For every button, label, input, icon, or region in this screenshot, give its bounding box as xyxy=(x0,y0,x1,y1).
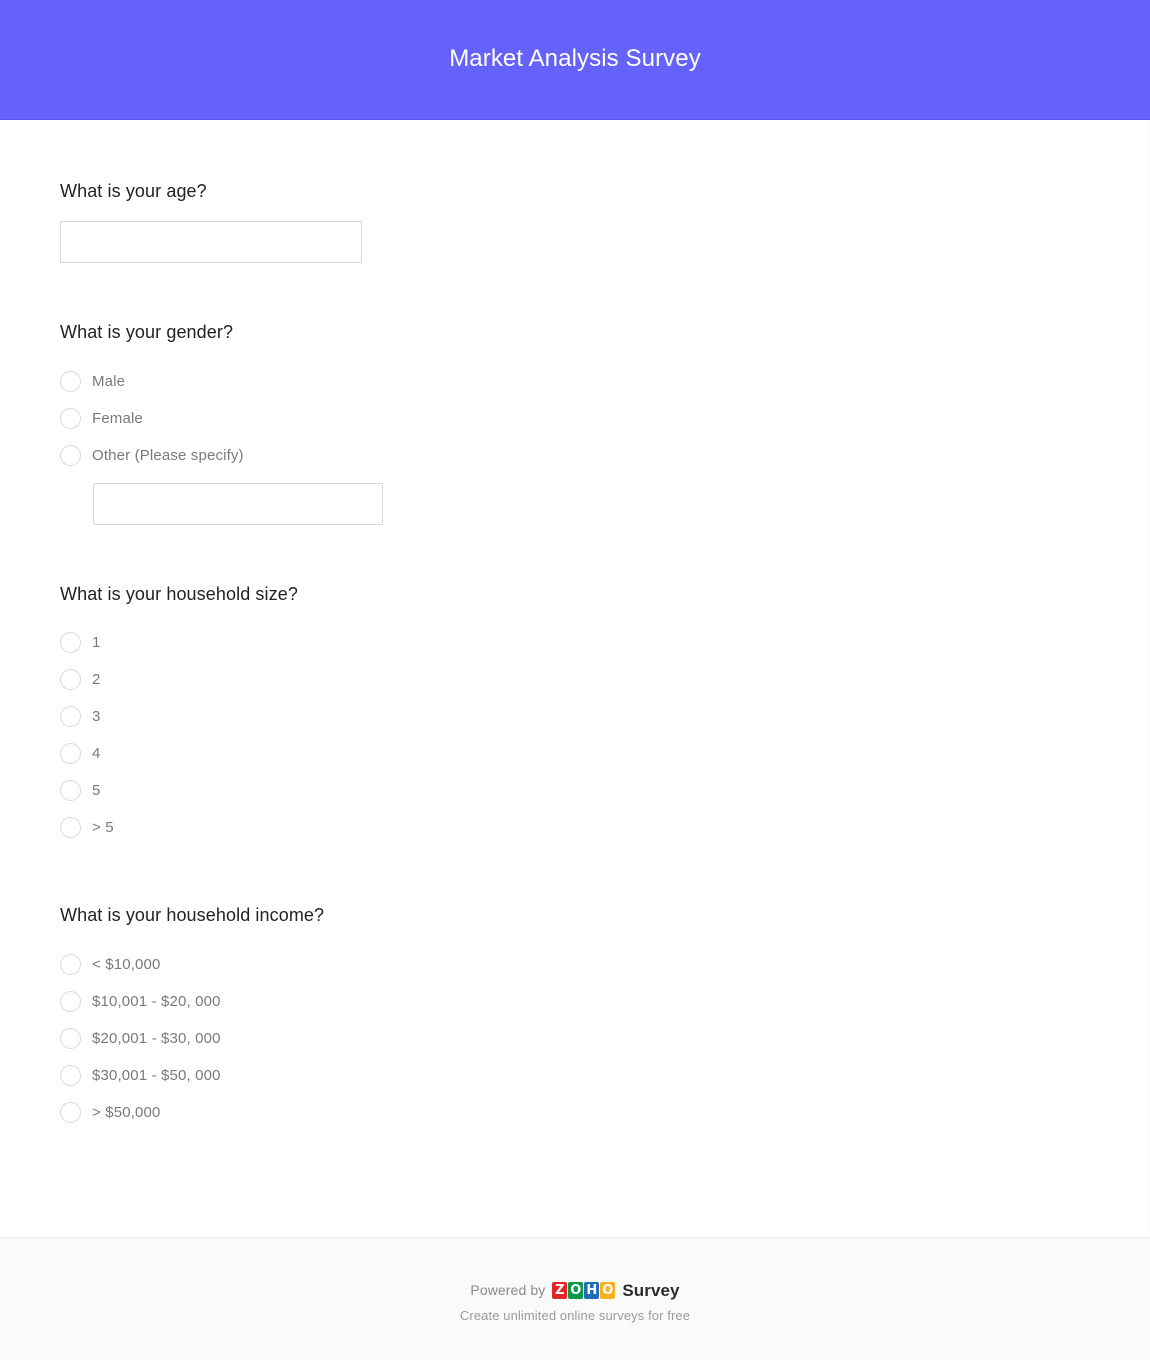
zoho-logo-icon: Z O H O xyxy=(552,1281,616,1299)
radio-icon[interactable] xyxy=(60,1064,81,1086)
survey-footer: Powered by Z O H O Survey Create unlimit… xyxy=(0,1237,1150,1360)
question-household-size: What is your household size? 1 2 3 4 5 >… xyxy=(0,583,1149,846)
zoho-logo-letter: O xyxy=(600,1281,616,1299)
household-size-option-label: 5 xyxy=(92,782,101,800)
household-income-option-30k-50k[interactable]: $30,001 - $50, 000 xyxy=(60,1057,1149,1094)
radio-icon[interactable] xyxy=(60,407,81,429)
household-income-option-label: $10,001 - $20, 000 xyxy=(92,992,221,1010)
radio-icon[interactable] xyxy=(60,1027,81,1049)
radio-icon[interactable] xyxy=(60,990,81,1012)
radio-icon[interactable] xyxy=(60,817,81,839)
product-name-label: Survey xyxy=(622,1280,680,1300)
gender-other-wrap xyxy=(60,482,1149,525)
household-size-option-list: 1 2 3 4 5 > 5 xyxy=(60,624,1149,846)
household-size-option-4[interactable]: 4 xyxy=(60,735,1149,772)
question-age: What is your age? xyxy=(0,180,1149,264)
age-input[interactable] xyxy=(60,221,362,264)
zoho-logo-letter: H xyxy=(584,1281,600,1299)
household-income-option-label: < $10,000 xyxy=(92,955,161,973)
household-size-option-label: > 5 xyxy=(92,819,114,837)
gender-other-input[interactable] xyxy=(93,482,383,525)
household-size-option-5[interactable]: 5 xyxy=(60,772,1149,809)
gender-option-list: Male Female Other (Please specify) xyxy=(60,363,1149,474)
household-size-option-3[interactable]: 3 xyxy=(60,698,1149,735)
household-income-option-label: $20,001 - $30, 000 xyxy=(92,1029,221,1047)
survey-body: What is your age? What is your gender? M… xyxy=(0,120,1150,1237)
household-income-option-label: $30,001 - $50, 000 xyxy=(92,1066,221,1084)
radio-icon[interactable] xyxy=(60,1101,81,1123)
survey-header: Market Analysis Survey xyxy=(0,0,1150,120)
household-size-option-label: 1 xyxy=(92,634,101,652)
powered-by-row: Powered by Z O H O Survey xyxy=(470,1280,680,1300)
household-size-option-label: 2 xyxy=(92,671,101,689)
gender-option-label: Female xyxy=(92,409,143,427)
zoho-logo-letter: Z xyxy=(552,1281,568,1299)
question-gender: What is your gender? Male Female Other (… xyxy=(0,321,1149,525)
zoho-logo-letter: O xyxy=(568,1281,584,1299)
gender-option-male[interactable]: Male xyxy=(60,363,1149,400)
household-size-option-1[interactable]: 1 xyxy=(60,624,1149,661)
gender-option-label: Other (Please specify) xyxy=(92,446,244,464)
household-income-option-20k-30k[interactable]: $20,001 - $30, 000 xyxy=(60,1020,1149,1057)
household-size-option-2[interactable]: 2 xyxy=(60,661,1149,698)
question-household-size-title: What is your household size? xyxy=(60,583,298,604)
question-gender-title: What is your gender? xyxy=(60,322,234,343)
radio-icon[interactable] xyxy=(60,669,81,691)
radio-icon[interactable] xyxy=(60,706,81,728)
household-income-option-over-50k[interactable]: > $50,000 xyxy=(60,1094,1149,1131)
gender-option-female[interactable]: Female xyxy=(60,400,1149,437)
household-size-option-label: 3 xyxy=(92,708,101,726)
radio-icon[interactable] xyxy=(60,632,81,654)
survey-page: Market Analysis Survey What is your age?… xyxy=(0,0,1150,1360)
powered-by-label: Powered by xyxy=(470,1282,546,1298)
household-income-option-under-10k[interactable]: < $10,000 xyxy=(60,946,1149,983)
household-income-option-list: < $10,000 $10,001 - $20, 000 $20,001 - $… xyxy=(60,946,1149,1131)
household-size-option-label: 4 xyxy=(92,745,101,763)
household-income-option-10k-20k[interactable]: $10,001 - $20, 000 xyxy=(60,983,1149,1020)
question-household-income-title: What is your household income? xyxy=(60,905,325,926)
question-household-income: What is your household income? < $10,000… xyxy=(0,904,1149,1130)
household-income-option-label: > $50,000 xyxy=(92,1103,161,1121)
page-title: Market Analysis Survey xyxy=(449,45,701,73)
gender-option-label: Male xyxy=(92,372,126,390)
radio-icon[interactable] xyxy=(60,953,81,975)
radio-icon[interactable] xyxy=(60,743,81,765)
radio-icon[interactable] xyxy=(60,780,81,802)
radio-icon[interactable] xyxy=(60,444,81,466)
question-age-title: What is your age? xyxy=(60,181,207,201)
radio-icon[interactable] xyxy=(60,370,81,392)
gender-option-other[interactable]: Other (Please specify) xyxy=(60,437,1149,474)
footer-tagline: Create unlimited online surveys for free xyxy=(459,1307,691,1323)
household-size-option-more-than-5[interactable]: > 5 xyxy=(60,809,1149,846)
